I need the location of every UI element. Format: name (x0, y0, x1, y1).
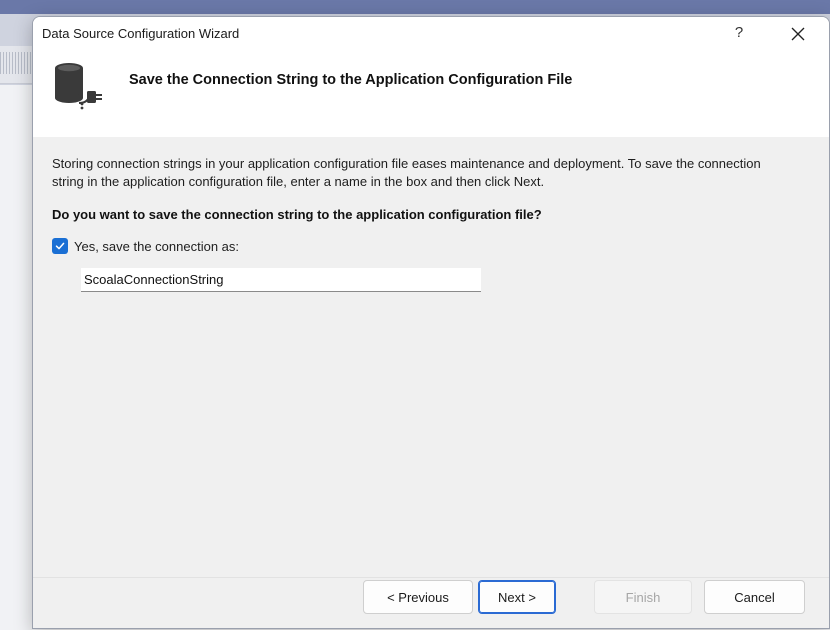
save-connection-checkbox-row[interactable]: Yes, save the connection as: (52, 237, 239, 255)
dialog-title: Data Source Configuration Wizard (42, 26, 240, 41)
next-button[interactable]: Next > (478, 580, 556, 614)
wizard-header: Save the Connection String to the Applic… (33, 51, 829, 137)
desktop-background: Data Source Configuration Wizard ? Save … (0, 0, 830, 630)
dialog-title-bar[interactable]: Data Source Configuration Wizard ? (33, 17, 829, 51)
finish-button: Finish (594, 580, 692, 614)
wizard-content: Storing connection strings in your appli… (33, 137, 829, 577)
checkmark-icon (55, 242, 65, 250)
ide-toolbar-grip (0, 52, 32, 74)
database-connection-icon (55, 63, 102, 110)
previous-button[interactable]: < Previous (363, 580, 473, 614)
save-connection-checkbox[interactable] (52, 238, 68, 254)
ide-title-bar (0, 0, 830, 14)
close-button[interactable] (785, 21, 811, 47)
close-icon (791, 27, 805, 41)
wizard-step-title: Save the Connection String to the Applic… (129, 72, 573, 88)
wizard-footer: < Previous Next > Finish Cancel (33, 577, 829, 628)
help-button[interactable]: ? (727, 21, 751, 45)
connection-name-input[interactable] (81, 268, 481, 292)
question-label: Do you want to save the connection strin… (52, 207, 542, 222)
wizard-dialog: Data Source Configuration Wizard ? Save … (32, 16, 830, 629)
save-connection-label[interactable]: Yes, save the connection as: (74, 239, 239, 254)
description-text: Storing connection strings in your appli… (52, 156, 761, 189)
cancel-button[interactable]: Cancel (704, 580, 805, 614)
